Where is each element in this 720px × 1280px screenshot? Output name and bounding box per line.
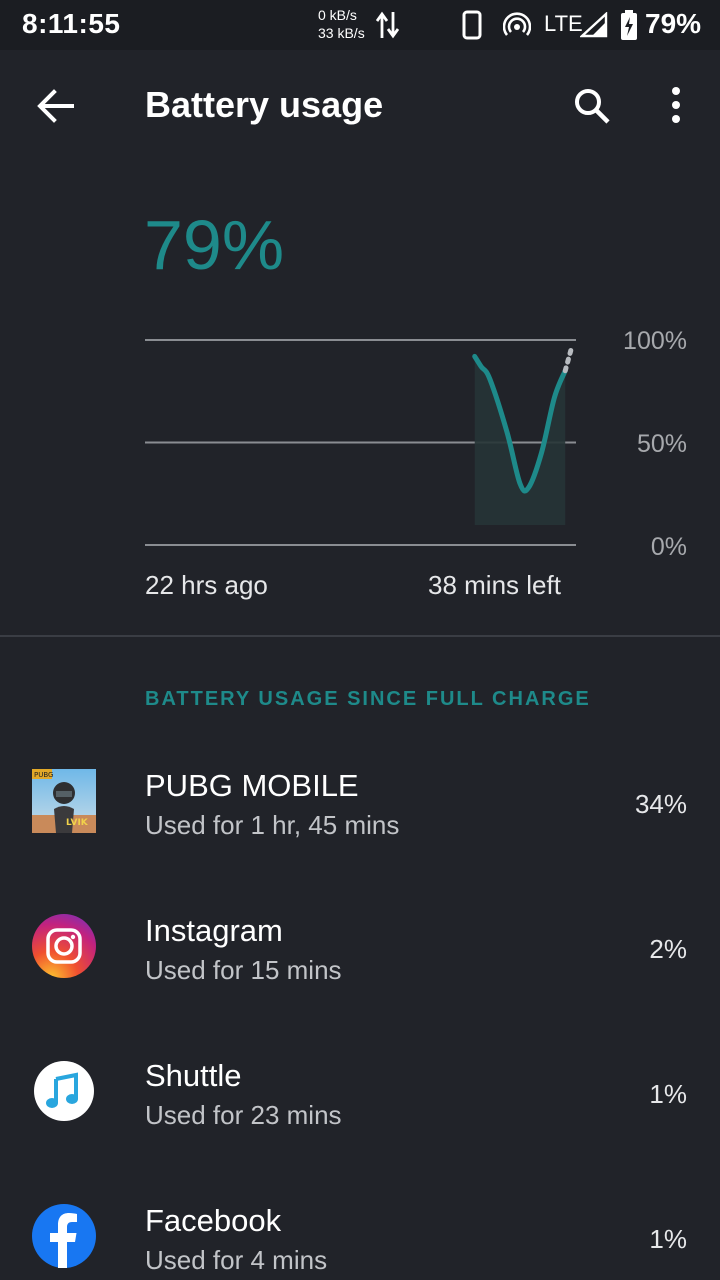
battery-usage-screen: 8:11:55 0 kB/s 33 kB/s LTE 79% Battery u…	[0, 0, 720, 1280]
app-usage-time: Used for 23 mins	[145, 1100, 342, 1130]
arrow-back-icon	[37, 89, 74, 123]
hotspot-icon	[503, 12, 531, 36]
page-title: Battery usage	[145, 84, 384, 125]
app-name: Instagram	[145, 913, 283, 948]
app-usage-percent: 2%	[649, 934, 687, 964]
y-tick-label: 50%	[636, 430, 687, 458]
app-usage-percent: 34%	[634, 789, 687, 819]
battery-chart-svg	[145, 339, 576, 546]
app-usage-row-facebook[interactable]: Facebook Used for 4 mins 1%	[0, 1180, 720, 1280]
speed-up: 0 kB/s	[318, 7, 357, 23]
app-usage-percent: 1%	[649, 1079, 687, 1109]
data-transfer-icon	[376, 11, 400, 39]
search-icon	[575, 89, 610, 124]
shuttle-icon	[34, 1061, 94, 1121]
y-tick-label: 100%	[623, 327, 687, 355]
app-usage-time: Used for 15 mins	[145, 955, 342, 985]
svg-text:PUBG: PUBG	[34, 771, 53, 779]
battery-projection-line	[562, 343, 575, 374]
app-usage-percent: 1%	[649, 1224, 687, 1254]
more-vert-icon	[672, 87, 680, 123]
svg-text:LVIK: LVIK	[66, 818, 89, 828]
x-start-label: 22 hrs ago	[145, 570, 268, 600]
app-name: PUBG MOBILE	[145, 768, 359, 803]
search-button[interactable]	[566, 80, 618, 132]
more-options-button[interactable]	[652, 80, 700, 132]
status-battery-percent: 79%	[645, 8, 702, 39]
network-speed: 0 kB/s 33 kB/s	[318, 6, 365, 42]
status-time: 8:11:55	[22, 8, 121, 39]
battery-charging-icon	[621, 10, 637, 40]
pubg-icon: PUBG LVIK	[32, 769, 96, 833]
signal-icon	[580, 12, 608, 38]
divider	[0, 635, 720, 637]
phone-icon	[462, 10, 482, 40]
app-name: Shuttle	[145, 1058, 242, 1093]
network-type: LTE	[544, 11, 583, 36]
battery-chart[interactable]: 100% 50% 0% 22 hrs ago 38 mins left	[0, 320, 720, 620]
app-usage-row-instagram[interactable]: Instagram Used for 15 mins 2%	[0, 890, 720, 1030]
speed-down: 33 kB/s	[318, 25, 365, 41]
app-usage-time: Used for 1 hr, 45 mins	[145, 810, 400, 840]
status-bar: 8:11:55 0 kB/s 33 kB/s LTE 79%	[0, 0, 720, 50]
instagram-icon	[32, 914, 96, 978]
app-name: Facebook	[145, 1203, 282, 1238]
y-tick-label: 0%	[650, 533, 687, 561]
app-usage-row-shuttle[interactable]: Shuttle Used for 23 mins 1%	[0, 1035, 720, 1175]
app-usage-time: Used for 4 mins	[145, 1245, 328, 1275]
facebook-icon	[32, 1204, 96, 1268]
section-header: BATTERY USAGE SINCE FULL CHARGE	[145, 688, 591, 710]
app-bar: Battery usage	[0, 50, 720, 160]
battery-level: 79%	[144, 206, 285, 284]
x-end-label: 38 mins left	[428, 570, 561, 600]
app-usage-row-pubg[interactable]: PUBG LVIK PUBG MOBILE Used for 1 hr, 45 …	[0, 745, 720, 885]
back-button[interactable]	[30, 80, 82, 132]
